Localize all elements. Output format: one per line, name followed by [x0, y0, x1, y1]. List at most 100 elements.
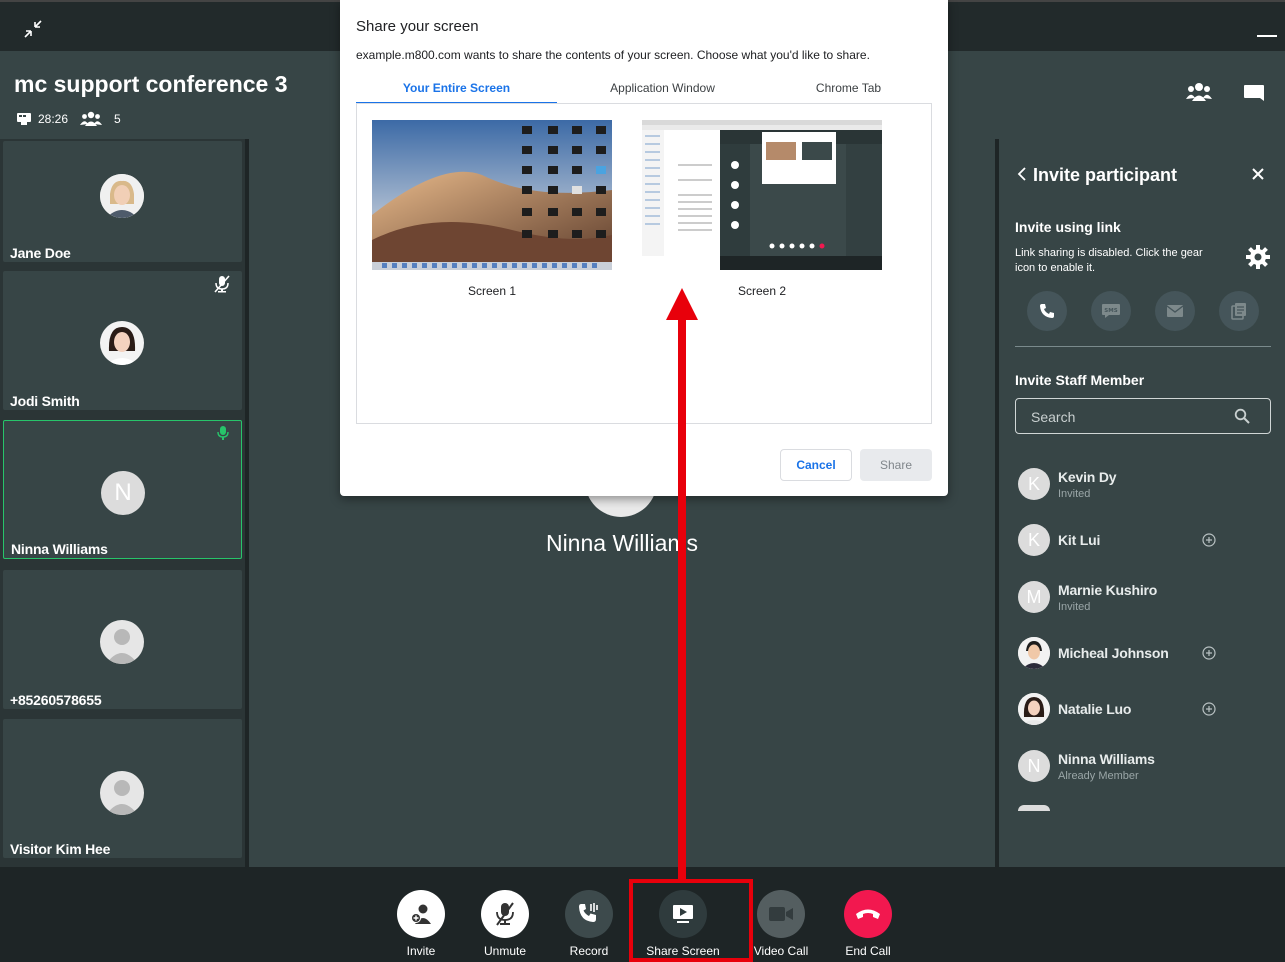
staff-avatar-partial — [1018, 805, 1050, 811]
staff-status: Already Member — [1058, 770, 1139, 782]
tab-application-window[interactable]: Application Window — [562, 72, 763, 104]
add-circle-icon[interactable] — [1202, 533, 1216, 547]
staff-avatar — [1018, 693, 1050, 725]
conference-title: mc support conference 3 — [14, 71, 288, 97]
add-circle-icon[interactable] — [1202, 702, 1216, 716]
staff-item[interactable]: Micheal Johnson — [1018, 633, 1268, 673]
invite-link-description: Link sharing is disabled. Click the gear… — [1015, 247, 1203, 274]
invite-panel: Invite participant Invite using link Lin… — [999, 139, 1285, 867]
unmute-label: Unmute — [483, 944, 527, 958]
search-icon[interactable] — [1234, 408, 1250, 424]
video-call-label: Video Call — [753, 944, 809, 958]
email-invite-button[interactable] — [1155, 291, 1195, 331]
conference-meta: 28:26 5 — [16, 111, 121, 127]
invite-staff-heading: Invite Staff Member — [1015, 372, 1145, 388]
avatar — [100, 174, 144, 218]
people-icon[interactable] — [1186, 82, 1212, 102]
dialog-title: Share your screen — [356, 18, 479, 35]
add-circle-icon[interactable] — [1202, 646, 1216, 660]
staff-item[interactable]: N Ninna Williams Already Member — [1018, 746, 1268, 786]
gear-icon[interactable] — [1245, 244, 1271, 270]
staff-search-input[interactable]: Search — [1015, 398, 1271, 434]
staff-name: Natalie Luo — [1058, 701, 1132, 717]
staff-avatar: M — [1018, 581, 1050, 613]
screen-1-caption: Screen 1 — [467, 284, 517, 298]
chat-icon[interactable] — [1243, 84, 1265, 104]
mic-muted-icon — [214, 275, 230, 293]
record-button[interactable]: Record — [549, 890, 629, 958]
screen-2-preview — [642, 120, 882, 270]
staff-name: Kit Lui — [1058, 532, 1101, 548]
conference-duration: 28:26 — [38, 112, 69, 126]
participant-tile[interactable]: +85260578655 — [3, 570, 242, 709]
screen-1-option[interactable]: Screen 1 — [372, 120, 612, 298]
staff-item[interactable]: K Kit Lui — [1018, 520, 1268, 560]
staff-name: Kevin Dy — [1058, 469, 1117, 485]
participants-icon — [80, 111, 103, 126]
participant-list: Jane Doe Jodi Smith N Ninna Williams +85… — [0, 139, 245, 867]
end-call-label: End Call — [845, 944, 891, 958]
phone-invite-button[interactable] — [1027, 291, 1067, 331]
cancel-button[interactable]: Cancel — [780, 449, 852, 481]
copy-icon — [1231, 303, 1246, 320]
avatar — [100, 321, 144, 365]
conference-timer-icon — [17, 113, 31, 125]
participant-name: Jodi Smith — [10, 393, 80, 409]
tab-chrome-tab[interactable]: Chrome Tab — [748, 72, 949, 104]
invite-label: Invite — [406, 944, 436, 958]
minimize-panel-icon[interactable] — [1257, 35, 1277, 37]
mic-off-icon — [496, 902, 514, 926]
staff-item[interactable]: K Kevin Dy Invited — [1018, 464, 1268, 504]
search-placeholder: Search — [1031, 409, 1076, 425]
phone-icon — [1040, 304, 1054, 318]
screen-2-option[interactable]: Screen 2 — [642, 120, 882, 298]
share-button[interactable]: Share — [860, 449, 932, 481]
participant-tile[interactable]: Jodi Smith — [3, 271, 242, 410]
staff-avatar — [1018, 637, 1050, 669]
tab-entire-screen[interactable]: Your Entire Screen — [356, 72, 557, 104]
annotation-arrow-icon — [666, 288, 698, 882]
record-label: Record — [569, 944, 609, 958]
video-call-button[interactable]: Video Call — [741, 890, 821, 958]
staff-name: Micheal Johnson — [1058, 645, 1169, 661]
speaker-name: Ninna Williams — [545, 530, 699, 556]
exit-fullscreen-icon[interactable] — [22, 18, 44, 40]
back-chevron-icon[interactable] — [1017, 166, 1027, 182]
screen-1-preview — [372, 120, 612, 270]
sms-label: SMS — [1104, 308, 1117, 314]
participant-name: +85260578655 — [10, 692, 102, 708]
participant-name: Visitor Kim Hee — [10, 841, 111, 857]
participant-name: Jane Doe — [10, 245, 71, 261]
add-person-icon — [411, 904, 431, 924]
invite-panel-title: Invite participant — [1033, 165, 1178, 185]
participant-tile[interactable]: Visitor Kim Hee — [3, 719, 242, 858]
copy-link-button[interactable] — [1219, 291, 1259, 331]
staff-status: Invited — [1058, 488, 1091, 500]
participant-tile[interactable]: Jane Doe — [3, 141, 242, 262]
sms-invite-button[interactable]: SMS — [1091, 291, 1131, 331]
close-icon[interactable] — [1251, 167, 1265, 181]
staff-item[interactable]: Natalie Luo — [1018, 689, 1268, 729]
participant-name: Ninna Williams — [11, 541, 108, 557]
screen-thumbnails: Screen 1 Screen 2 — [356, 104, 932, 424]
participant-count: 5 — [114, 112, 121, 126]
invite-link-heading: Invite using link — [1015, 219, 1121, 235]
staff-name: Marnie Kushiro — [1058, 582, 1158, 598]
staff-status: Invited — [1058, 601, 1091, 613]
invite-button[interactable]: Invite — [381, 890, 461, 958]
panel-divider — [1015, 346, 1271, 347]
participant-tile-active[interactable]: N Ninna Williams — [3, 420, 242, 559]
avatar-initial: N — [101, 471, 145, 515]
hangup-icon — [856, 909, 880, 919]
mic-active-icon — [217, 426, 229, 440]
sms-icon: SMS — [1102, 304, 1120, 318]
unmute-button[interactable]: Unmute — [465, 890, 545, 958]
share-screen-dialog: Share your screen example.m800.com wants… — [340, 0, 948, 496]
end-call-button[interactable]: End Call — [828, 890, 908, 958]
video-icon — [769, 907, 793, 921]
phone-record-icon — [579, 903, 598, 922]
staff-item[interactable]: M Marnie Kushiro Invited — [1018, 577, 1268, 617]
dialog-subtitle: example.m800.com wants to share the cont… — [356, 48, 870, 62]
staff-avatar: K — [1018, 524, 1050, 556]
generic-avatar-icon — [100, 771, 144, 815]
